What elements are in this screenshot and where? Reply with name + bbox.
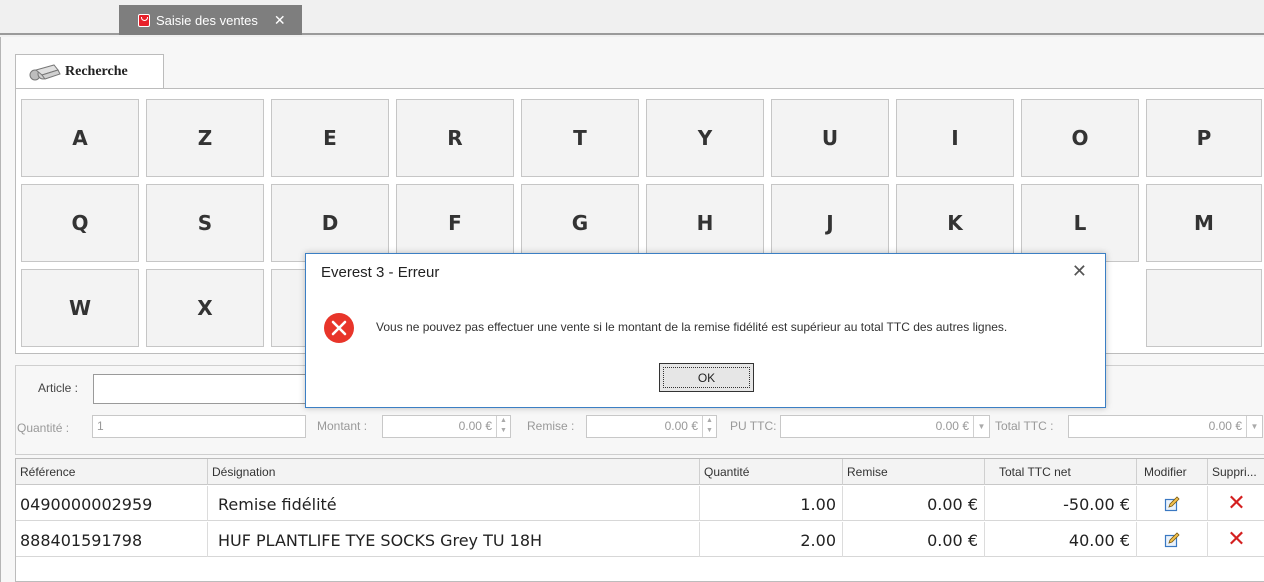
cell-quantite: 2.00 [700, 522, 843, 557]
key-h[interactable]: H [646, 184, 764, 262]
edit-icon [1164, 531, 1180, 547]
cell-designation: HUF PLANTLIFE TYE SOCKS Grey TU 18H [208, 522, 700, 557]
sales-lines-table: Référence Désignation Quantité Remise To… [15, 458, 1264, 582]
cell-remise: 0.00 € [843, 486, 985, 521]
document-tab-bar: Saisie des ventes ✕ [0, 0, 1264, 35]
column-header-reference[interactable]: Référence [16, 459, 208, 485]
key-f[interactable]: F [396, 184, 514, 262]
tab-label: Saisie des ventes [156, 12, 258, 28]
montant-value: 0.00 € [458, 419, 492, 433]
ok-button[interactable]: OK [659, 363, 754, 392]
key-blank-right[interactable] [1146, 269, 1262, 347]
tab-recherche[interactable]: Recherche [15, 54, 164, 88]
cell-reference: 0490000002959 [16, 486, 208, 521]
key-p[interactable]: P [1146, 99, 1262, 177]
key-l[interactable]: L [1021, 184, 1139, 262]
key-y[interactable]: Y [646, 99, 764, 177]
binoculars-icon [29, 63, 61, 80]
dialog-title: Everest 3 - Erreur [321, 264, 440, 281]
montant-input[interactable]: 0.00 € ▲ ▼ [382, 415, 511, 438]
close-icon[interactable]: ✕ [1072, 261, 1087, 282]
key-m[interactable]: M [1146, 184, 1262, 262]
focus-rectangle [663, 367, 750, 388]
key-d[interactable]: D [271, 184, 389, 262]
remise-value: 0.00 € [664, 419, 698, 433]
column-header-supprimer[interactable]: Suppri... [1208, 459, 1264, 485]
delete-button[interactable]: ✕ [1208, 486, 1264, 521]
shopping-bag-icon [138, 13, 150, 27]
cell-total-ttc-net: 40.00 € [985, 522, 1137, 557]
key-j[interactable]: J [771, 184, 889, 262]
dialog-message: Vous ne pouvez pas effectuer une vente s… [376, 320, 1008, 334]
montant-spinner[interactable]: ▲ ▼ [496, 416, 510, 437]
key-t[interactable]: T [521, 99, 639, 177]
pu-ttc-input[interactable]: 0.00 € ▼ [780, 415, 990, 438]
error-dialog: Everest 3 - Erreur ✕ Vous ne pouvez pas … [305, 253, 1106, 408]
delete-x-icon: ✕ [1227, 527, 1246, 552]
total-ttc-value: 0.00 € [1208, 419, 1242, 433]
cell-reference: 888401591798 [16, 522, 208, 557]
edit-icon [1164, 495, 1180, 511]
key-x[interactable]: X [146, 269, 264, 347]
key-q[interactable]: Q [21, 184, 139, 262]
pu-ttc-label: PU TTC: [730, 419, 777, 433]
cell-quantite: 1.00 [700, 486, 843, 521]
column-header-designation[interactable]: Désignation [208, 459, 700, 485]
key-e[interactable]: E [271, 99, 389, 177]
column-header-remise[interactable]: Remise [843, 459, 985, 485]
montant-label: Montant : [317, 419, 368, 433]
article-label: Article : [38, 381, 79, 395]
column-header-quantite[interactable]: Quantité [700, 459, 843, 485]
total-ttc-label: Total TTC : [995, 419, 1054, 433]
delete-x-icon: ✕ [1227, 491, 1246, 516]
edit-button[interactable] [1137, 522, 1208, 557]
column-header-total-ttc-net[interactable]: Total TTC net [985, 459, 1137, 485]
chevron-down-icon[interactable]: ▼ [973, 416, 989, 437]
key-w[interactable]: W [21, 269, 139, 347]
quantite-input[interactable]: 1 [92, 415, 306, 438]
key-i[interactable]: I [896, 99, 1014, 177]
key-a[interactable]: A [21, 99, 139, 177]
quantite-label: Quantité : [17, 421, 70, 435]
table-header: Référence Désignation Quantité Remise To… [16, 459, 1264, 485]
error-icon [323, 312, 355, 347]
total-ttc-input[interactable]: 0.00 € ▼ [1068, 415, 1263, 438]
key-z[interactable]: Z [146, 99, 264, 177]
remise-spinner[interactable]: ▲ ▼ [702, 416, 716, 437]
key-k[interactable]: K [896, 184, 1014, 262]
tab-saisie-des-ventes[interactable]: Saisie des ventes ✕ [119, 5, 302, 35]
key-u[interactable]: U [771, 99, 889, 177]
table-row[interactable]: 888401591798 HUF PLANTLIFE TYE SOCKS Gre… [16, 522, 1264, 557]
close-icon[interactable]: ✕ [274, 12, 286, 29]
key-o[interactable]: O [1021, 99, 1139, 177]
edit-button[interactable] [1137, 486, 1208, 521]
pu-ttc-value: 0.00 € [935, 419, 969, 433]
chevron-down-icon[interactable]: ▼ [1246, 416, 1262, 437]
cell-designation: Remise fidélité [208, 486, 700, 521]
cell-total-ttc-net: -50.00 € [985, 486, 1137, 521]
article-input[interactable] [93, 374, 308, 404]
column-header-modifier[interactable]: Modifier [1137, 459, 1208, 485]
table-row[interactable]: 0490000002959 Remise fidélité 1.00 0.00 … [16, 486, 1264, 521]
tab-recherche-label: Recherche [65, 63, 128, 79]
key-g[interactable]: G [521, 184, 639, 262]
cell-remise: 0.00 € [843, 522, 985, 557]
key-r[interactable]: R [396, 99, 514, 177]
key-s[interactable]: S [146, 184, 264, 262]
remise-label: Remise : [527, 419, 575, 433]
remise-input[interactable]: 0.00 € ▲ ▼ [586, 415, 717, 438]
delete-button[interactable]: ✕ [1208, 522, 1264, 557]
